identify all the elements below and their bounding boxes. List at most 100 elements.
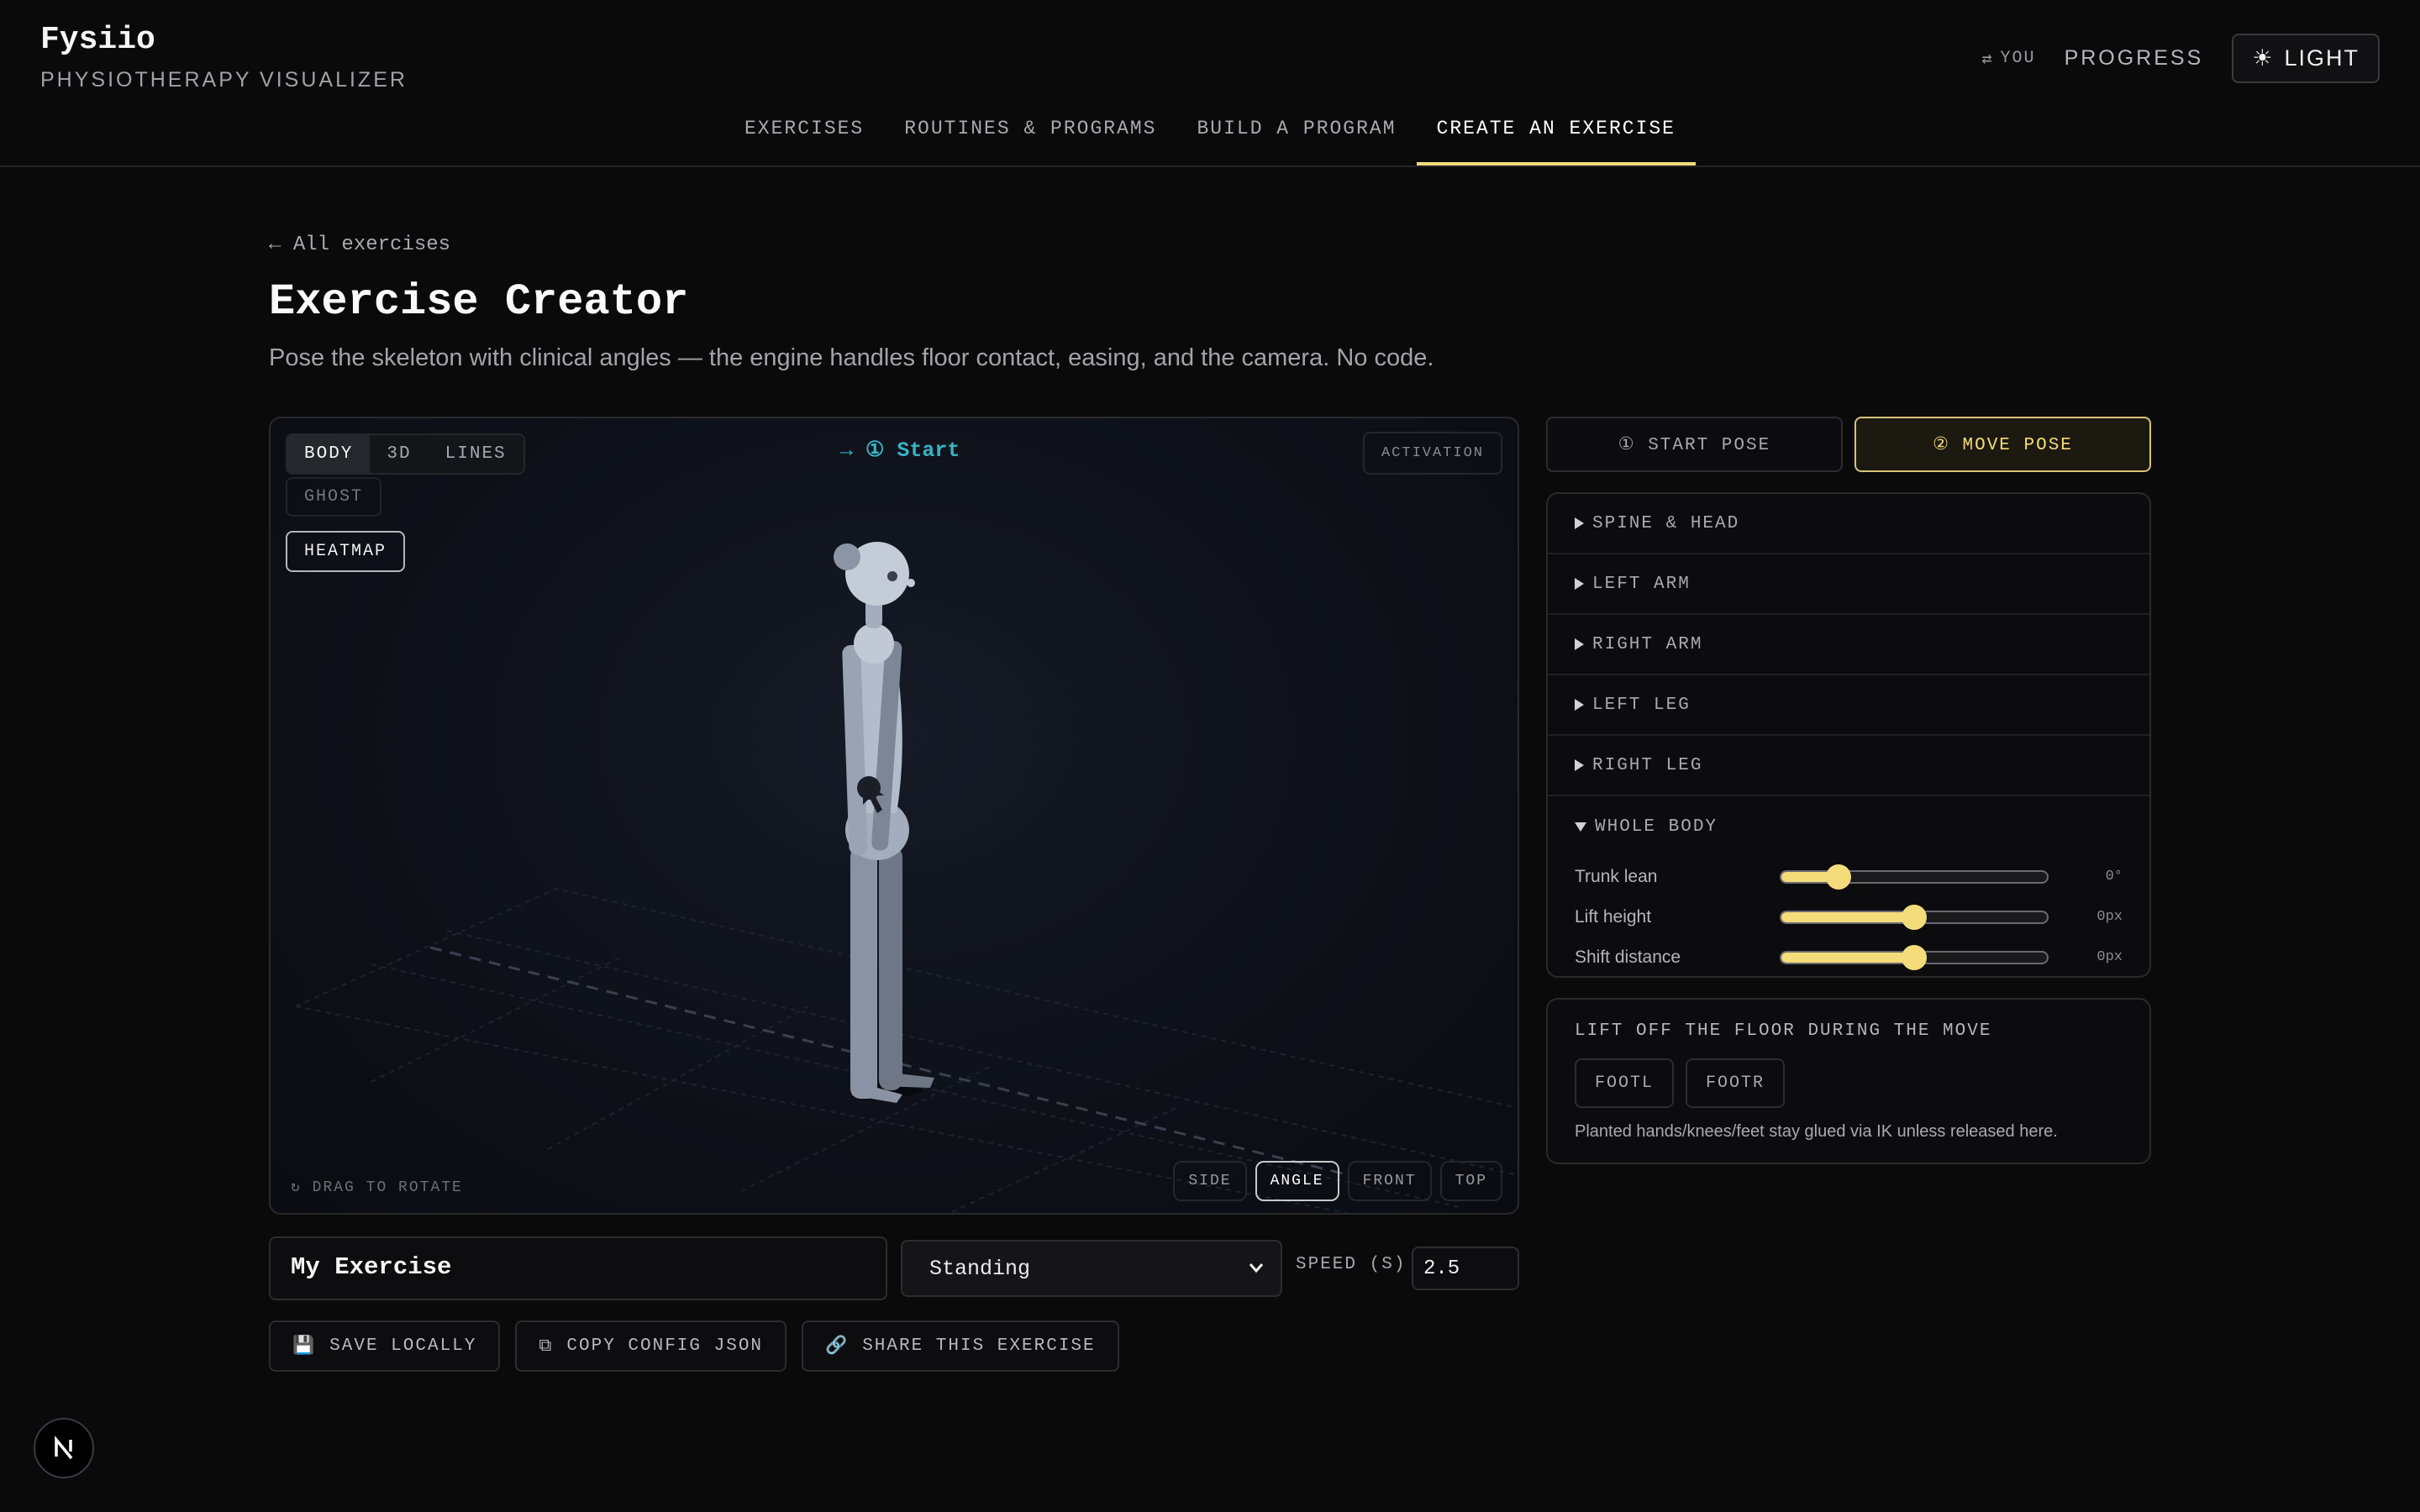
group-label: LEFT ARM [1592,574,1691,594]
group-label: LEFT LEG [1592,695,1691,715]
mode-lines[interactable]: LINES [429,435,523,473]
action-bar: 💾 SAVE LOCALLY ⧉ COPY CONFIG JSON 🔗 SHAR… [269,1320,1119,1372]
chevron-down-icon [1249,1263,1264,1273]
slider-value: 0px [2096,909,2123,925]
save-locally-button[interactable]: 💾 SAVE LOCALLY [269,1320,501,1372]
group-right-leg[interactable]: RIGHT LEG [1548,736,2149,796]
pose-viewport[interactable]: BODY 3D LINES GHOST HEATMAP → ① Start AC… [269,417,1519,1215]
app-header: Fysiio PHYSIOTHERAPY VISUALIZER ⇄ YOU PR… [0,0,2420,167]
progress-link[interactable]: PROGRESS [2065,46,2204,71]
mode-3d[interactable]: 3D [370,435,428,473]
camera-front[interactable]: FRONT [1347,1161,1432,1201]
caret-right-icon [1575,699,1584,711]
n-logo-icon [55,1436,73,1460]
copy-config-button[interactable]: ⧉ COPY CONFIG JSON [515,1320,787,1372]
ghost-toggle[interactable]: GHOST [286,477,382,517]
mode-body[interactable]: BODY [287,435,371,473]
back-link[interactable]: ← All exercises [269,234,450,256]
leg-front [850,847,877,1099]
caret-right-icon [1575,759,1584,771]
slider-label: Lift height [1575,907,1652,927]
slider-lift-height: Lift height 0px [1548,897,2149,937]
theme-toggle-button[interactable]: ☀ LIGHT [2232,34,2380,83]
joint-groups-panel: SPINE & HEAD LEFT ARM RIGHT ARM LEFT LEG… [1546,492,2151,978]
heatmap-toggle[interactable]: HEATMAP [286,531,406,572]
scene-canvas[interactable] [271,418,1519,1215]
lift-off-note: Planted hands/knees/feet stay glued via … [1575,1122,2058,1141]
phase-label: → ① Start [840,438,960,463]
position-select[interactable]: Standing [901,1240,1282,1297]
group-label: SPINE & HEAD [1592,513,1740,533]
group-label: RIGHT ARM [1592,634,1703,654]
copy-config-label: COPY CONFIG JSON [566,1336,764,1356]
group-spine-head[interactable]: SPINE & HEAD [1548,494,2149,554]
slider-value: 0° [2105,869,2123,885]
app-name: Fysiio [40,22,155,58]
lift-off-feet: FOOTL FOOTR [1575,1058,1786,1108]
nav-build-program[interactable]: BUILD A PROGRAM [1176,109,1416,165]
share-exercise-button[interactable]: 🔗 SHARE THIS EXERCISE [802,1320,1119,1372]
slider-label: Shift distance [1575,948,1681,967]
you-label: YOU [2000,49,2036,68]
caret-right-icon [1575,578,1584,590]
slider-label: Trunk lean [1575,867,1658,886]
copy-icon: ⧉ [539,1336,554,1357]
nav-create-exercise[interactable]: CREATE AN EXERCISE [1416,109,1697,165]
app-subtitle: PHYSIOTHERAPY VISUALIZER [40,68,408,92]
group-whole-body[interactable]: WHOLE BODY [1548,796,2149,857]
you-switch[interactable]: ⇄ YOU [1982,48,2036,70]
slider-shift-distance: Shift distance 0px [1548,937,2149,976]
link-icon: 🔗 [825,1337,850,1357]
camera-presets: SIDE ANGLE FRONT TOP [1173,1161,1502,1201]
group-label: WHOLE BODY [1595,816,1718,837]
group-right-arm[interactable]: RIGHT ARM [1548,615,2149,675]
leg-back [879,847,902,1090]
exercise-name-input[interactable]: My Exercise [269,1236,887,1300]
slider-thumb[interactable] [1902,945,1927,970]
page-subtitle: Pose the skeleton with clinical angles —… [269,344,1434,371]
speed-label: SPEED (S) [1296,1255,1407,1274]
tab-start-pose[interactable]: ① START POSE [1546,417,1843,472]
foot-left-toggle[interactable]: FOOTL [1575,1058,1675,1108]
camera-top[interactable]: TOP [1439,1161,1502,1201]
slider-thumb[interactable] [1902,905,1927,930]
nav-exercises[interactable]: EXERCISES [724,109,884,165]
caret-down-icon [1575,822,1586,832]
slider-thumb[interactable] [1826,864,1852,890]
nav-routines-programs[interactable]: ROUTINES & PROGRAMS [884,109,1176,165]
top-actions: ⇄ YOU PROGRESS ☀ LIGHT [1982,34,2380,83]
speed-input[interactable]: 2.5 [1412,1247,1519,1290]
page-title: Exercise Creator [269,277,689,327]
slider-fill [1781,953,1914,963]
lift-off-title: LIFT OFF THE FLOOR DURING THE MOVE [1575,1021,1992,1041]
nose [907,579,915,587]
back-link-label: All exercises [292,234,451,256]
slider-fill [1781,912,1914,922]
skeleton-figure[interactable] [834,542,934,1103]
slider-trunk-lean: Trunk lean 0° [1548,857,2149,897]
view-mode-toggle: BODY 3D LINES [286,433,525,475]
camera-side[interactable]: SIDE [1173,1161,1247,1201]
nextjs-dev-badge[interactable] [34,1418,94,1478]
activation-button[interactable]: ACTIVATION [1362,432,1502,475]
camera-angle[interactable]: ANGLE [1255,1161,1339,1201]
foot-right-toggle[interactable]: FOOTR [1686,1058,1786,1108]
brand[interactable]: Fysiio PHYSIOTHERAPY VISUALIZER [40,22,408,92]
caret-right-icon [1575,638,1584,650]
main-nav: EXERCISES ROUTINES & PROGRAMS BUILD A PR… [0,109,2420,165]
slider-track[interactable] [1780,870,2049,884]
caret-right-icon [1575,517,1584,529]
eye [887,571,897,581]
drag-to-rotate-hint: ↻ DRAG TO ROTATE [291,1179,463,1196]
tab-move-pose[interactable]: ② MOVE POSE [1854,417,2151,472]
hair-bun [834,543,860,570]
floppy-disk-icon: 💾 [292,1337,317,1357]
group-left-leg[interactable]: LEFT LEG [1548,675,2149,736]
slider-value: 0px [2096,949,2123,965]
share-exercise-label: SHARE THIS EXERCISE [862,1336,1096,1356]
group-left-arm[interactable]: LEFT ARM [1548,554,2149,615]
swap-icon: ⇄ [1981,50,1994,70]
pose-tabs: ① START POSE ② MOVE POSE [1546,417,2151,472]
shoulder [854,623,894,664]
sun-icon: ☀ [2252,45,2275,71]
